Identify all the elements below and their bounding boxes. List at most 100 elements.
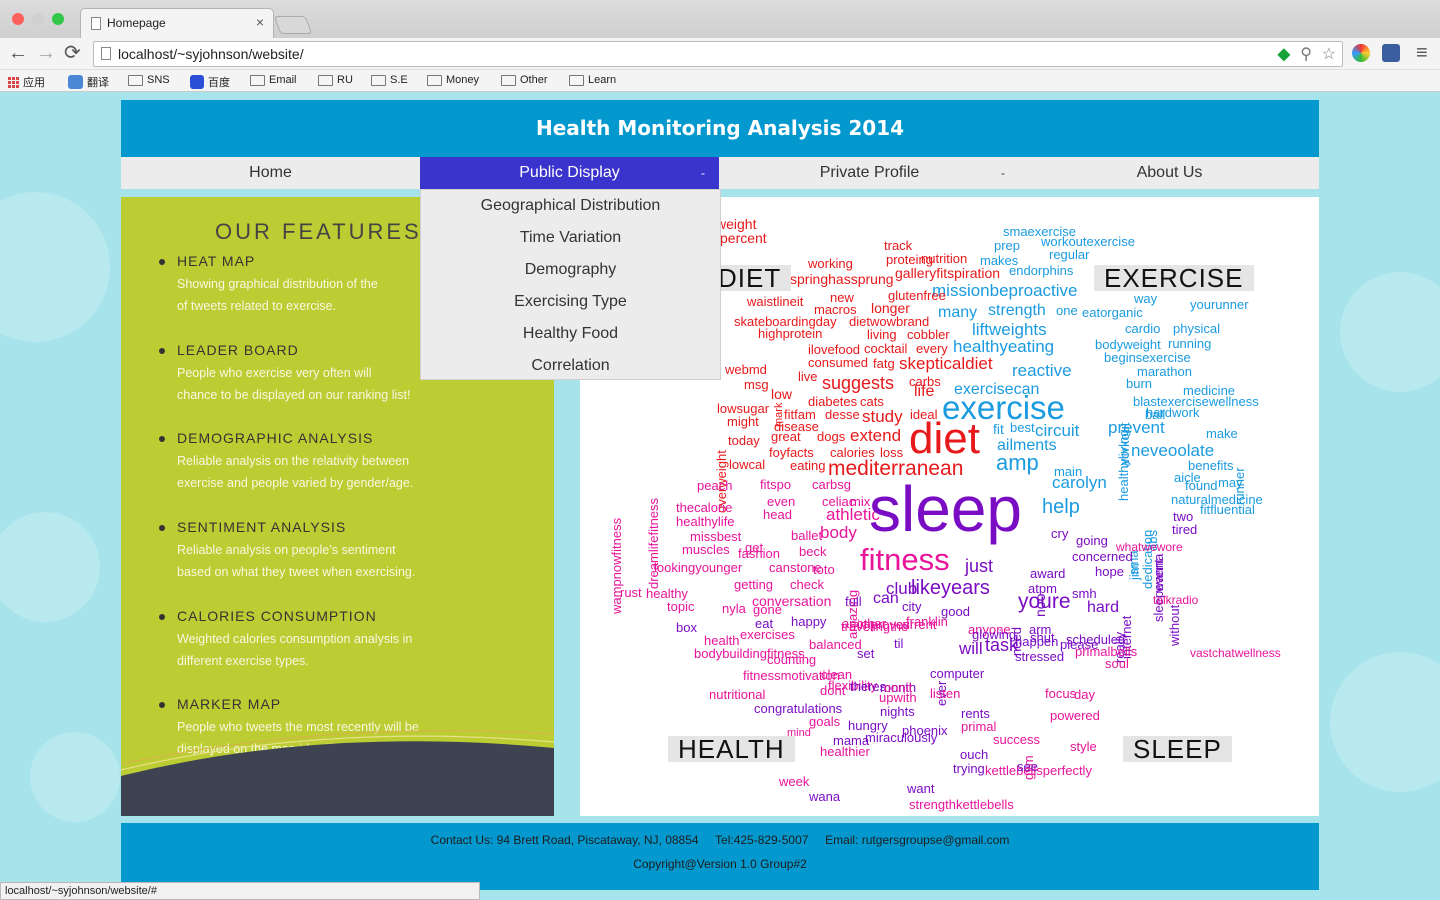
new-tab-button[interactable]: [273, 16, 313, 34]
word-cloud-word: nyla: [722, 601, 746, 616]
search-icon[interactable]: ⚲: [1300, 46, 1312, 64]
word-cloud-word: counting: [767, 652, 817, 667]
folder-icon: [128, 74, 143, 86]
maximize-window-button[interactable]: [52, 13, 64, 25]
word-cloud-word: many: [938, 304, 978, 321]
close-tab-icon[interactable]: ×: [256, 14, 264, 30]
word-cloud-word: study: [862, 407, 903, 426]
forward-arrow-icon[interactable]: →: [36, 41, 56, 65]
word-cloud-word: rust: [620, 585, 642, 600]
word-cloud-word: prep: [994, 238, 1021, 253]
nav-about-us[interactable]: About Us: [1020, 157, 1319, 189]
bookmark-email[interactable]: Email: [250, 74, 297, 86]
bookmark-apps[interactable]: 应用: [8, 74, 45, 90]
bookmark-se[interactable]: S.E: [371, 74, 408, 86]
shield-extension-icon[interactable]: ◆: [1278, 46, 1290, 64]
word-cloud-word: can: [873, 590, 899, 607]
word-cloud-word: reactive: [1012, 361, 1072, 380]
word-cloud-word: goals: [809, 714, 841, 729]
feature-heading: SENTIMENT ANALYSIS: [177, 519, 347, 535]
word-cloud-word: highprotein: [758, 326, 823, 341]
minimize-window-button[interactable]: [32, 13, 44, 25]
folder-icon: [371, 74, 386, 86]
bookmark-learn[interactable]: Learn: [569, 74, 616, 86]
word-cloud-word: whatwewore: [1116, 540, 1183, 554]
word-cloud-word: talkradio: [1153, 593, 1199, 607]
word-cloud-word: toto: [813, 562, 835, 577]
close-window-button[interactable]: [12, 13, 24, 25]
word-cloud-word: hope: [1095, 564, 1124, 579]
bookmark-other[interactable]: Other: [501, 74, 548, 86]
bookmark-translate[interactable]: 翻译: [68, 74, 109, 90]
word-cloud-word: found: [1185, 478, 1218, 493]
dropdown-item-healthy-food[interactable]: Healthy Food: [421, 318, 720, 350]
word-cloud-word: set: [857, 646, 875, 661]
dropdown-item-exercising-type[interactable]: Exercising Type: [421, 286, 720, 318]
word-cloud-word: soul: [1105, 656, 1129, 671]
bookmark-ru[interactable]: RU: [318, 74, 353, 86]
word-cloud-word: onnit: [884, 680, 913, 695]
color-extension-icon[interactable]: [1352, 44, 1370, 62]
word-cloud-word: youre: [1018, 590, 1071, 613]
dropdown-item-correlation[interactable]: Correlation: [421, 350, 720, 382]
word-cloud-word: extend: [850, 426, 902, 445]
baidu-icon: [190, 75, 204, 89]
browser-tab[interactable]: Homepage ×: [80, 8, 274, 38]
folder-icon: [569, 74, 584, 86]
background-bubble: [1330, 652, 1440, 792]
word-cloud-word: carbsg: [812, 477, 852, 492]
word-cloud-word: desse: [825, 407, 860, 422]
bookmark-sns[interactable]: SNS: [128, 74, 170, 86]
word-cloud-word: fit: [993, 421, 1004, 437]
word-cloud-word: healthyeating: [953, 337, 1055, 356]
word-cloud-word: fatg: [873, 356, 895, 371]
word-cloud-word: primal: [961, 719, 997, 734]
arrow-extension-icon[interactable]: [1382, 44, 1400, 62]
word-cloud-word: ballet: [791, 528, 823, 543]
feature-text: Reliable analysis on the relativity betw…: [177, 454, 414, 490]
word-cloud-word: neveoolate: [1131, 441, 1215, 460]
word-cloud-word: tired: [1172, 522, 1198, 537]
bookmark-money[interactable]: Money: [427, 74, 479, 86]
dropdown-item-geographical-distribution[interactable]: Geographical Distribution: [421, 190, 720, 222]
word-cloud-word: just: [965, 556, 994, 576]
word-cloud-word: regular: [1049, 247, 1090, 262]
word-cloud-word: yourunner: [1190, 297, 1249, 312]
word-cloud-word: stressed: [1015, 649, 1065, 664]
word-cloud-word: miraculously: [865, 730, 938, 745]
nav-private-profile[interactable]: Private Profile -: [720, 157, 1019, 189]
word-cloud-word: make: [1206, 426, 1238, 441]
word-cloud-word: endorphins: [1009, 263, 1074, 278]
reload-icon[interactable]: ⟳: [64, 41, 81, 65]
word-cloud-word: powered: [1050, 708, 1100, 723]
word-cloud-word: thecalorie: [676, 500, 733, 515]
word-cloud-word: wana: [809, 789, 841, 804]
word-cloud-word: fashion: [738, 546, 780, 561]
word-cloud-word: glowing: [972, 627, 1017, 642]
nav-public-display[interactable]: Public Display -: [420, 157, 719, 189]
word-cloud-word: trying: [953, 761, 985, 776]
dropdown-item-demography[interactable]: Demography: [421, 254, 720, 286]
word-cloud-word: fitfluential: [1200, 502, 1255, 517]
feature-text: Weighted calories consumption analysis i…: [177, 632, 413, 668]
dropdown-item-time-variation[interactable]: Time Variation: [421, 222, 720, 254]
site-footer: Contact Us: 94 Brett Road, Piscataway, N…: [121, 823, 1319, 890]
word-cloud-word: waistlineit: [747, 294, 804, 309]
word-cloud-word: balanced: [809, 637, 862, 652]
menu-icon[interactable]: ≡: [1416, 41, 1428, 65]
word-cloud-word: cardio: [1125, 321, 1161, 336]
word-cloud-word: suggests: [822, 373, 895, 393]
word-cloud-word: best: [1010, 420, 1035, 435]
bookmark-star-icon[interactable]: ☆: [1322, 46, 1336, 64]
word-cloud-word: happen: [1015, 634, 1059, 649]
back-arrow-icon[interactable]: ←: [8, 41, 28, 65]
tab-title: Homepage: [107, 16, 166, 30]
address-bar[interactable]: localhost/~syjohnson/website/ ◆ ⚲ ☆: [93, 41, 1343, 67]
word-cloud-word: healthier: [820, 744, 870, 759]
word-cloud-word: peach: [697, 478, 733, 493]
word-cloud-word: nights: [880, 704, 915, 719]
nav-home[interactable]: Home: [121, 157, 420, 189]
word-cloud-word: msg: [744, 377, 769, 392]
bookmark-baidu[interactable]: 百度: [190, 74, 230, 90]
word-cloud-word: want: [907, 781, 935, 796]
